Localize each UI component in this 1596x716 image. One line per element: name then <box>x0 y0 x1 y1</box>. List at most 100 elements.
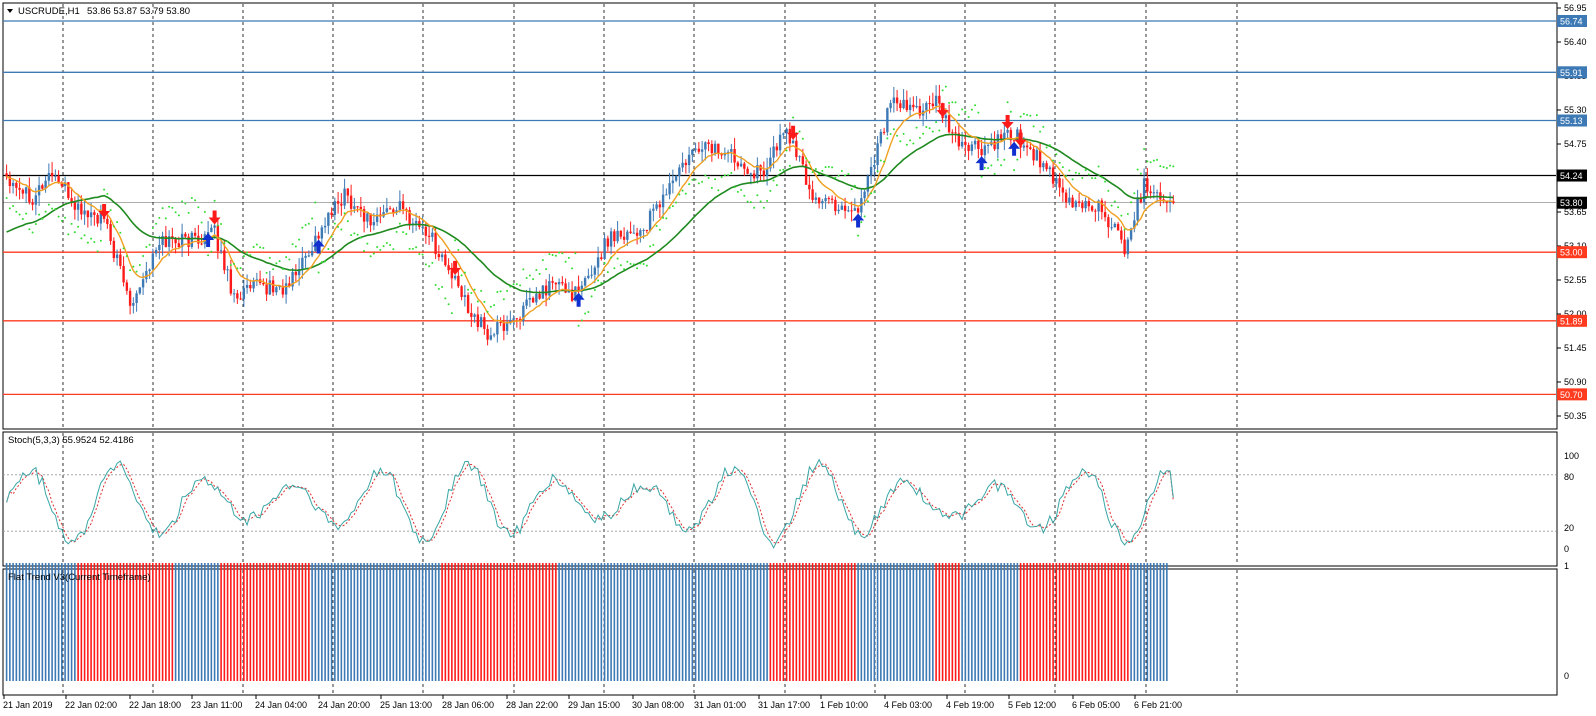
sar-dot <box>1019 115 1022 118</box>
sar-dot <box>798 130 801 133</box>
sar-dot <box>496 290 499 293</box>
sar-dot <box>70 222 73 225</box>
candle-body <box>190 232 194 247</box>
candle-body <box>642 230 645 232</box>
candle-body <box>892 97 896 104</box>
sar-dot <box>408 247 411 250</box>
trading-chart[interactable]: USCRUDE,H1 53.86 53.87 53.79 53.80 Stoch… <box>0 0 1596 716</box>
candle-body <box>895 97 899 104</box>
sar-dot <box>272 268 275 271</box>
sar-dot <box>860 221 863 224</box>
sar-dot <box>515 283 518 286</box>
candle-body <box>603 238 606 260</box>
stochastic-panel[interactable] <box>2 431 1558 567</box>
sar-dot <box>1172 165 1175 168</box>
sar-dot <box>1003 158 1006 161</box>
candle-body <box>83 210 86 215</box>
candle-body <box>925 103 928 111</box>
sar-dot <box>941 89 944 92</box>
candle-body <box>483 317 486 329</box>
candle-body <box>1159 192 1162 200</box>
candle-body <box>1146 178 1149 192</box>
candle-body <box>343 188 346 206</box>
sar-dot <box>246 251 249 254</box>
sar-dot <box>155 222 158 225</box>
sar-dot <box>301 226 304 229</box>
candle-body <box>502 322 506 331</box>
sar-dot <box>1065 174 1068 177</box>
sar-dot <box>743 194 746 197</box>
candle-body <box>440 254 444 258</box>
candle-body <box>853 208 857 211</box>
sar-dot <box>1162 166 1165 169</box>
candle-body <box>983 145 987 156</box>
sar-dot <box>785 149 788 152</box>
candle-body <box>327 212 330 226</box>
candle-body <box>54 175 57 177</box>
candle-body <box>388 208 392 210</box>
sar-dot <box>216 224 219 227</box>
sar-dot <box>168 205 171 208</box>
main-price-panel[interactable] <box>2 2 1558 430</box>
level-tag-text: 53.80 <box>1560 198 1583 208</box>
candle-body <box>665 194 668 196</box>
sar-dot <box>762 206 765 209</box>
candle-body <box>323 225 327 228</box>
candle-body <box>622 236 626 240</box>
candle-body <box>977 140 980 149</box>
sar-dot <box>1107 189 1110 192</box>
sar-dot <box>548 253 551 256</box>
sar-dot <box>665 217 668 220</box>
sar-dot <box>1052 159 1055 162</box>
candle-body <box>141 279 145 288</box>
candle-body <box>333 201 337 215</box>
candle-body <box>791 140 795 144</box>
candle-body <box>681 162 684 168</box>
candle-body <box>869 166 873 176</box>
sar-dot <box>1074 171 1077 174</box>
candle-body <box>301 257 304 270</box>
sar-dot <box>1100 176 1103 179</box>
candle-body <box>154 250 158 254</box>
candle-body <box>294 271 298 276</box>
price-label: 52.55 <box>1564 275 1587 285</box>
candle-body <box>232 293 236 295</box>
sar-dot <box>619 264 622 267</box>
sar-dot <box>174 211 177 214</box>
sar-dot <box>213 199 216 202</box>
sar-dot <box>905 143 908 146</box>
candle-body <box>18 187 21 190</box>
sar-dot <box>132 265 135 268</box>
stoch-axis-label: 80 <box>1564 472 1574 482</box>
sar-dot <box>424 263 427 266</box>
sar-dot <box>1130 201 1133 204</box>
candle-body <box>148 269 151 271</box>
sar-dot <box>229 263 232 266</box>
sar-dot <box>749 201 752 204</box>
sar-dot <box>990 164 993 167</box>
sar-dot <box>428 265 431 268</box>
sar-dot <box>288 258 291 261</box>
sar-dot <box>668 206 671 209</box>
sar-dot <box>857 234 860 237</box>
sar-dot <box>671 205 674 208</box>
candle-body <box>268 280 272 295</box>
sar-dot <box>883 160 886 163</box>
sar-dot <box>681 189 684 192</box>
candle-body <box>954 132 957 134</box>
sar-dot <box>545 268 548 271</box>
sar-dot <box>382 245 385 248</box>
sar-dot <box>434 283 437 286</box>
candle-body <box>593 267 597 275</box>
candle-body <box>928 103 931 105</box>
sar-dot <box>723 174 726 177</box>
sar-dot <box>623 268 626 271</box>
candle-body <box>999 134 1003 139</box>
candle-body <box>366 213 369 222</box>
sar-dot <box>1026 113 1029 116</box>
candle-body <box>834 199 837 212</box>
candle-body <box>31 202 34 205</box>
sar-dot <box>311 217 314 220</box>
candle-body <box>557 282 561 285</box>
candle-body <box>447 265 450 271</box>
